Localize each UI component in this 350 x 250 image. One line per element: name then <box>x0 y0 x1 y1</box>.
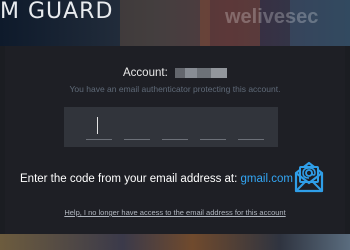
email-guard-dialog: Account: You have an email authenticator… <box>5 46 345 234</box>
account-label: Account: <box>123 67 168 79</box>
code-slot[interactable] <box>86 139 112 140</box>
text-caret <box>97 117 98 134</box>
code-input[interactable] <box>64 107 278 147</box>
background-banner-bottom <box>0 234 350 250</box>
enter-code-text: Enter the code from your email address a… <box>20 173 241 185</box>
account-row: Account: <box>5 67 345 79</box>
code-slot[interactable] <box>200 139 226 140</box>
banner-art <box>120 0 210 46</box>
email-domain: gmail.com <box>240 173 293 185</box>
help-no-access-link[interactable]: Help, I no longer have access to the ema… <box>5 208 345 217</box>
enter-code-instruction: Enter the code from your email address a… <box>20 173 293 185</box>
authenticator-note: You have an email authenticator protecti… <box>69 84 281 94</box>
code-slot[interactable] <box>124 139 150 140</box>
watermark-logo: welivesec <box>225 6 319 28</box>
code-slot[interactable] <box>238 139 264 140</box>
email-envelope-icon <box>290 158 328 196</box>
app-title: M GUARD <box>0 0 114 24</box>
code-slot[interactable] <box>162 139 188 140</box>
redacted-account-name <box>174 67 227 78</box>
